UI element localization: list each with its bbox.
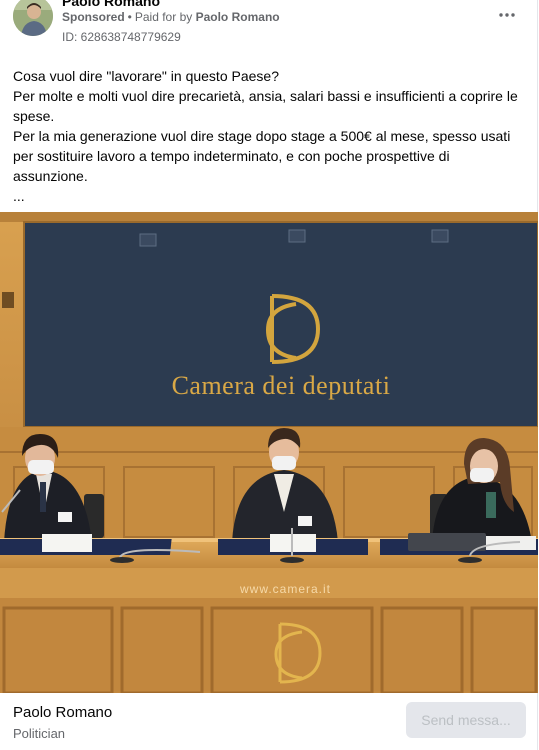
ad-id: ID: 628638748779629 [62,30,181,44]
paid-for-prefix: Paid for by [134,10,193,24]
wall-title: Camera dei deputati [171,371,391,400]
watermark: www.camera.it [240,582,332,596]
page-name[interactable]: Paolo Romano [62,0,160,8]
footer-page-category: Politician [13,726,66,741]
post-paragraph: Cosa vuol dire "lavorare" in questo Paes… [13,68,279,84]
send-message-button[interactable]: Send messa... [406,702,526,738]
ad-meta: Sponsored • Paid for by Paolo Romano [62,10,280,24]
post-paragraph: Per molte e molti vuol dire precarietà, … [13,88,518,124]
see-more-ellipsis[interactable]: ... [13,186,528,206]
footer-page-name[interactable]: Paolo Romano [13,704,112,722]
press-conference-photo [0,212,538,693]
post-paragraph: Per la mia generazione vuol dire stage d… [13,128,511,184]
paid-for-name[interactable]: Paolo Romano [196,10,280,24]
ad-image[interactable]: Camera dei deputati www.camera.it [0,212,538,693]
avatar[interactable] [13,0,53,36]
more-options-button[interactable] [493,4,521,26]
sponsored-label: Sponsored [62,10,125,24]
more-horizontal-icon [499,13,515,17]
post-text: Cosa vuol dire "lavorare" in questo Paes… [13,66,528,206]
ad-card: Paolo Romano Sponsored • Paid for by Paolo… [0,0,538,750]
meta-separator: • [127,10,132,24]
